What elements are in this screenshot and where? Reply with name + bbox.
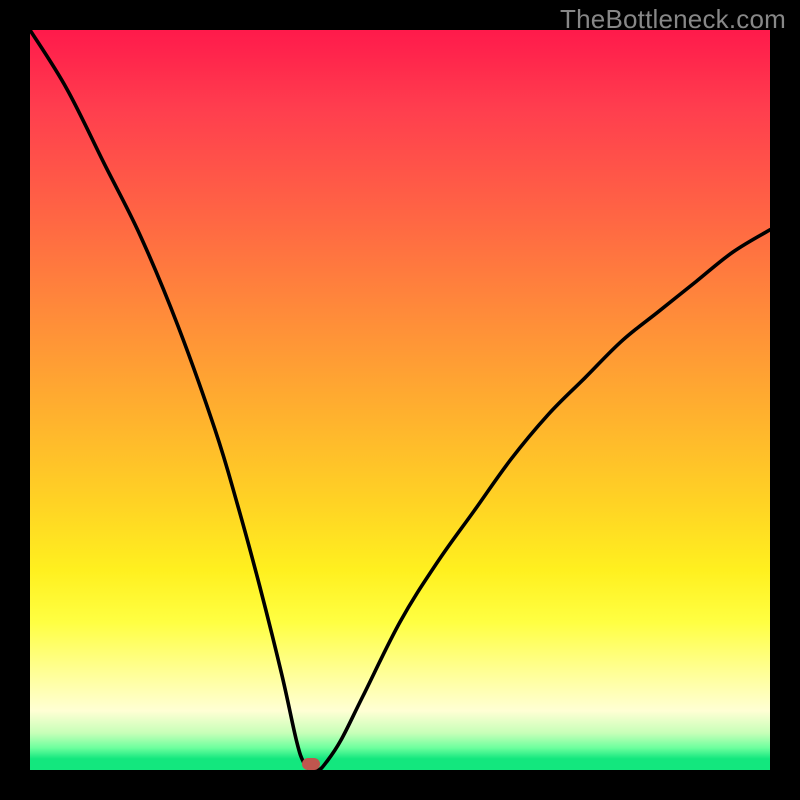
bottleneck-curve xyxy=(30,30,770,770)
plot-area xyxy=(30,30,770,770)
chart-frame: TheBottleneck.com xyxy=(0,0,800,800)
optimum-marker xyxy=(302,758,320,770)
